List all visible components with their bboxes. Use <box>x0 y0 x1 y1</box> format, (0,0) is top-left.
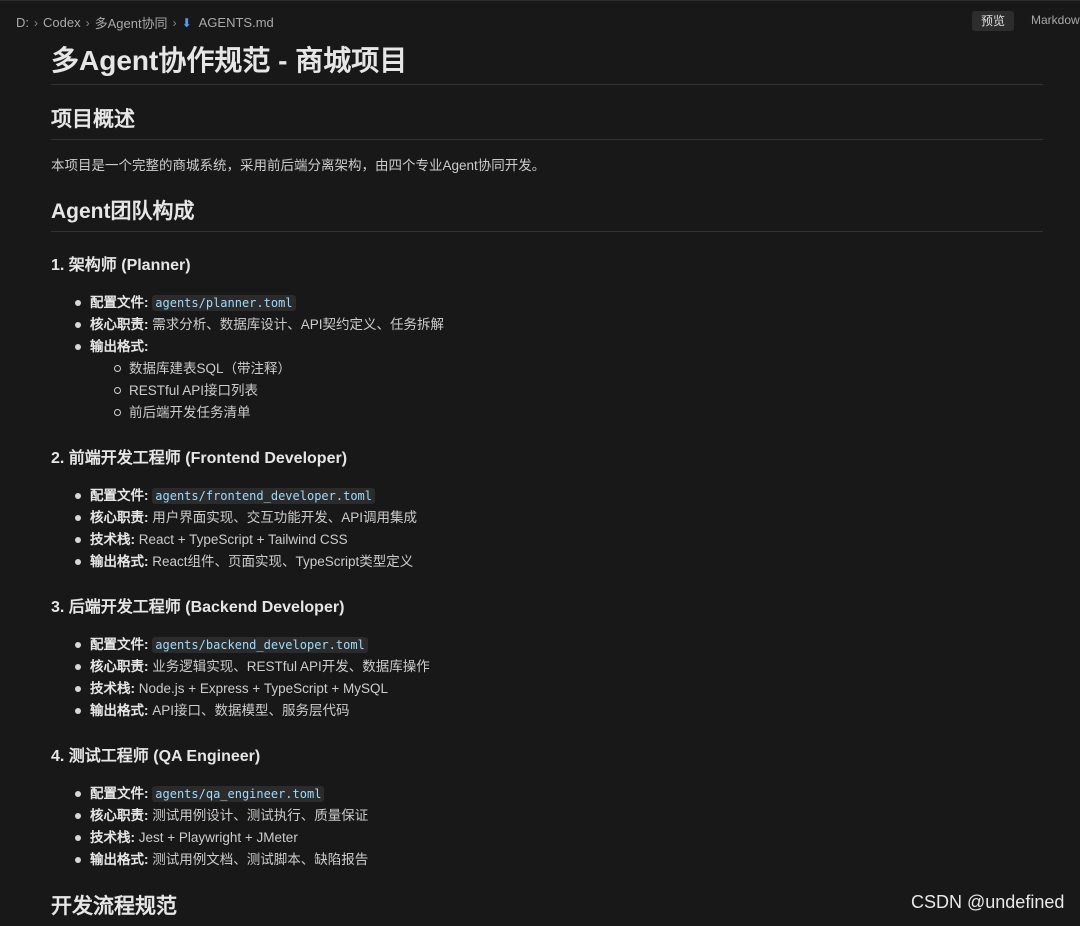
markdown-tab[interactable]: Markdow <box>1031 13 1080 27</box>
output-value: React组件、页面实现、TypeScript类型定义 <box>148 554 414 569</box>
overview-heading: 项目概述 <box>51 106 1043 140</box>
list-item: 技术栈: Jest + Playwright + JMeter <box>75 827 1043 849</box>
output-label: 输出格式: <box>90 339 149 354</box>
duty-value: 用户界面实现、交互功能开发、API调用集成 <box>148 510 418 525</box>
stack-value: React + TypeScript + Tailwind CSS <box>135 532 348 547</box>
breadcrumb-file[interactable]: AGENTS.md <box>199 15 274 30</box>
duty-value: 需求分析、数据库设计、API契约定义、任务拆解 <box>148 317 445 332</box>
agent-heading-qa: 4. 测试工程师 (QA Engineer) <box>51 748 261 765</box>
sub-list-item: 数据库建表SQL（带注释） <box>114 358 1043 380</box>
agent-list-planner: 配置文件: agents/planner.toml 核心职责: 需求分析、数据库… <box>75 292 1043 424</box>
breadcrumb: D: › Codex › 多Agent协同 › ⬇ AGENTS.md <box>16 13 274 32</box>
list-item: 核心职责: 测试用例设计、测试执行、质量保证 <box>75 805 1043 827</box>
config-path: agents/qa_engineer.toml <box>152 786 325 802</box>
watermark: CSDN @undefined <box>911 892 1065 912</box>
list-item: 技术栈: React + TypeScript + Tailwind CSS <box>75 529 1043 551</box>
list-item: 配置文件: agents/backend_developer.toml <box>75 634 1043 656</box>
config-path: agents/planner.toml <box>152 295 296 311</box>
agent-heading-backend: 3. 后端开发工程师 (Backend Developer) <box>51 599 345 616</box>
chevron-right-icon: › <box>172 15 177 30</box>
list-item: 技术栈: Node.js + Express + TypeScript + My… <box>75 678 1043 700</box>
stack-label: 技术栈: <box>90 532 135 547</box>
markdown-download-icon: ⬇ <box>181 15 192 30</box>
agent-heading-planner: 1. 架构师 (Planner) <box>51 257 191 274</box>
stack-label: 技术栈: <box>90 830 135 845</box>
breadcrumb-folder-agent[interactable]: 多Agent协同 <box>95 13 168 32</box>
list-item: 核心职责: 需求分析、数据库设计、API契约定义、任务拆解 <box>75 314 1043 336</box>
config-path: agents/backend_developer.toml <box>152 637 368 653</box>
chevron-right-icon: › <box>34 15 38 30</box>
stack-value: Jest + Playwright + JMeter <box>135 830 298 845</box>
config-label: 配置文件: <box>90 295 149 310</box>
breadcrumb-folder-codex[interactable]: Codex <box>43 15 81 30</box>
config-label: 配置文件: <box>90 786 149 801</box>
output-label: 输出格式: <box>90 852 149 867</box>
list-item: 输出格式: 测试用例文档、测试脚本、缺陷报告 <box>75 849 1043 871</box>
page-title: 多Agent协作规范 - 商城项目 <box>51 44 1043 85</box>
agent-list-qa: 配置文件: agents/qa_engineer.toml 核心职责: 测试用例… <box>75 783 1043 871</box>
output-label: 输出格式: <box>90 554 149 569</box>
sub-list-item: 前后端开发任务清单 <box>114 402 1043 424</box>
editor-breadcrumb-bar: D: › Codex › 多Agent协同 › ⬇ AGENTS.md 预览 M… <box>0 0 1080 40</box>
duty-value: 测试用例设计、测试执行、质量保证 <box>148 808 369 823</box>
markdown-preview: 多Agent协作规范 - 商城项目 项目概述 本项目是一个完整的商城系统，采用前… <box>51 40 1043 926</box>
output-label: 输出格式: <box>90 703 149 718</box>
duty-label: 核心职责: <box>90 510 149 525</box>
preview-button[interactable]: 预览 <box>972 11 1015 31</box>
config-label: 配置文件: <box>90 637 149 652</box>
list-item: 配置文件: agents/frontend_developer.toml <box>75 485 1043 507</box>
duty-value: 业务逻辑实现、RESTful API开发、数据库操作 <box>148 659 430 674</box>
config-path: agents/frontend_developer.toml <box>152 488 376 504</box>
agent-list-frontend: 配置文件: agents/frontend_developer.toml 核心职… <box>75 485 1043 573</box>
output-value: API接口、数据模型、服务层代码 <box>148 703 350 718</box>
duty-label: 核心职责: <box>90 808 149 823</box>
stack-label: 技术栈: <box>90 681 135 696</box>
list-item: 配置文件: agents/qa_engineer.toml <box>75 783 1043 805</box>
list-item: 输出格式: API接口、数据模型、服务层代码 <box>75 700 1043 722</box>
list-item: 输出格式: React组件、页面实现、TypeScript类型定义 <box>75 551 1043 573</box>
config-label: 配置文件: <box>90 488 149 503</box>
list-item: 配置文件: agents/planner.toml <box>75 292 1043 314</box>
duty-label: 核心职责: <box>90 317 149 332</box>
duty-label: 核心职责: <box>90 659 149 674</box>
agent-list-backend: 配置文件: agents/backend_developer.toml 核心职责… <box>75 634 1043 722</box>
list-item: 输出格式: 数据库建表SQL（带注释） RESTful API接口列表 前后端开… <box>75 336 1043 424</box>
sub-list-item: RESTful API接口列表 <box>114 380 1043 402</box>
list-item: 核心职责: 业务逻辑实现、RESTful API开发、数据库操作 <box>75 656 1043 678</box>
chevron-right-icon: › <box>85 15 90 30</box>
team-heading: Agent团队构成 <box>51 198 1043 232</box>
stack-value: Node.js + Express + TypeScript + MySQL <box>135 681 388 696</box>
process-heading: 开发流程规范 <box>51 895 177 918</box>
agent-heading-frontend: 2. 前端开发工程师 (Frontend Developer) <box>51 450 348 467</box>
overview-text: 本项目是一个完整的商城系统，采用前后端分离架构，由四个专业Agent协同开发。 <box>51 158 546 173</box>
breadcrumb-drive[interactable]: D: <box>16 15 29 30</box>
output-value: 测试用例文档、测试脚本、缺陷报告 <box>148 852 369 867</box>
output-sublist: 数据库建表SQL（带注释） RESTful API接口列表 前后端开发任务清单 <box>114 358 1043 424</box>
list-item: 核心职责: 用户界面实现、交互功能开发、API调用集成 <box>75 507 1043 529</box>
